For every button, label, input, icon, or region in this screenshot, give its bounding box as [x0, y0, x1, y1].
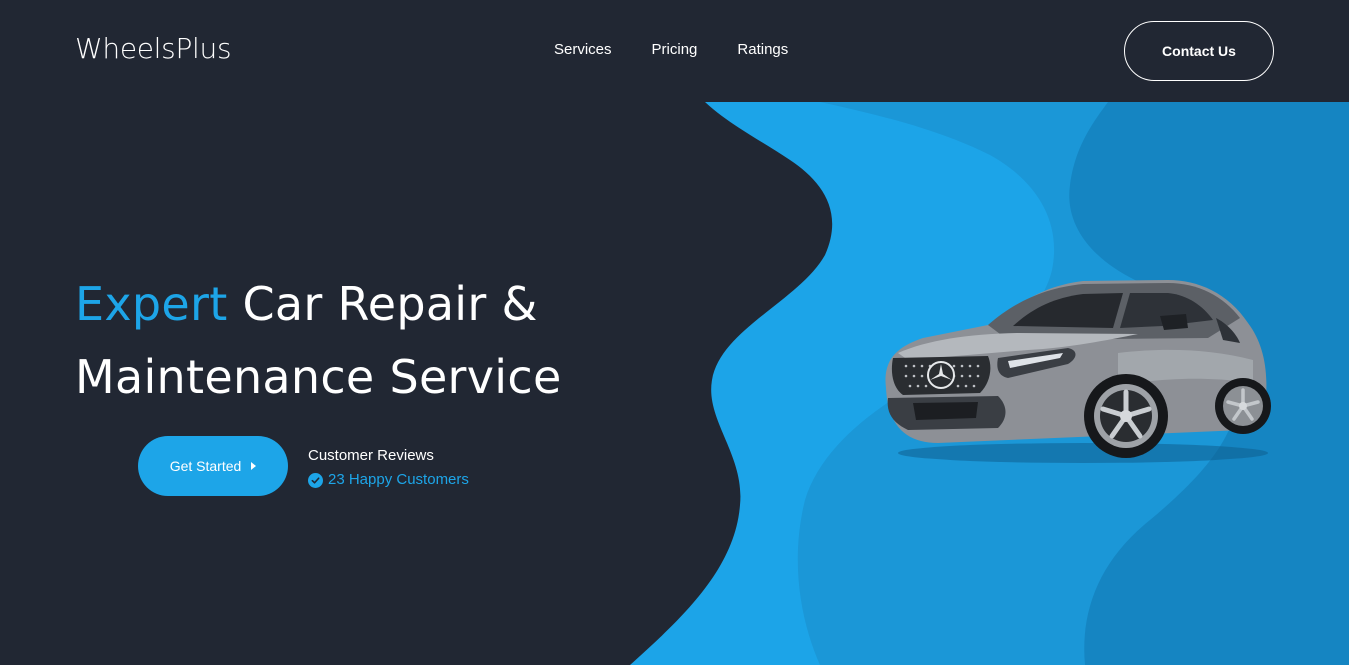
get-started-label: Get Started [169, 458, 242, 474]
hero-heading: Expert Car Repair & Maintenance Service [75, 268, 562, 414]
site-header: WheelsPlus Services Pricing Ratings Cont… [0, 0, 1349, 102]
nav-link-pricing[interactable]: Pricing [652, 40, 698, 60]
reviews-count-text: 23 Happy Customers [328, 471, 469, 488]
nav-link-services[interactable]: Services [554, 40, 612, 60]
get-started-button[interactable]: Get Started [138, 436, 288, 496]
reviews-count: 23 Happy Customers [308, 471, 469, 489]
landing-page: WheelsPlus Services Pricing Ratings Cont… [0, 0, 1349, 665]
hero-heading-accent: Expert [75, 277, 228, 331]
hero-heading-line1: Car Repair & [242, 277, 538, 331]
customer-reviews: Customer Reviews 23 Happy Customers [308, 447, 469, 489]
main-nav: Services Pricing Ratings [554, 40, 788, 60]
hero-heading-line2: Maintenance Service [75, 350, 562, 404]
brand-logo[interactable]: WheelsPlus [75, 32, 232, 65]
reviews-title: Customer Reviews [308, 447, 434, 464]
contact-us-button[interactable]: Contact Us [1124, 21, 1274, 81]
car-image [885, 280, 1271, 463]
caret-right-icon [251, 462, 257, 470]
check-circle-icon [308, 472, 323, 488]
nav-link-ratings[interactable]: Ratings [737, 40, 788, 60]
